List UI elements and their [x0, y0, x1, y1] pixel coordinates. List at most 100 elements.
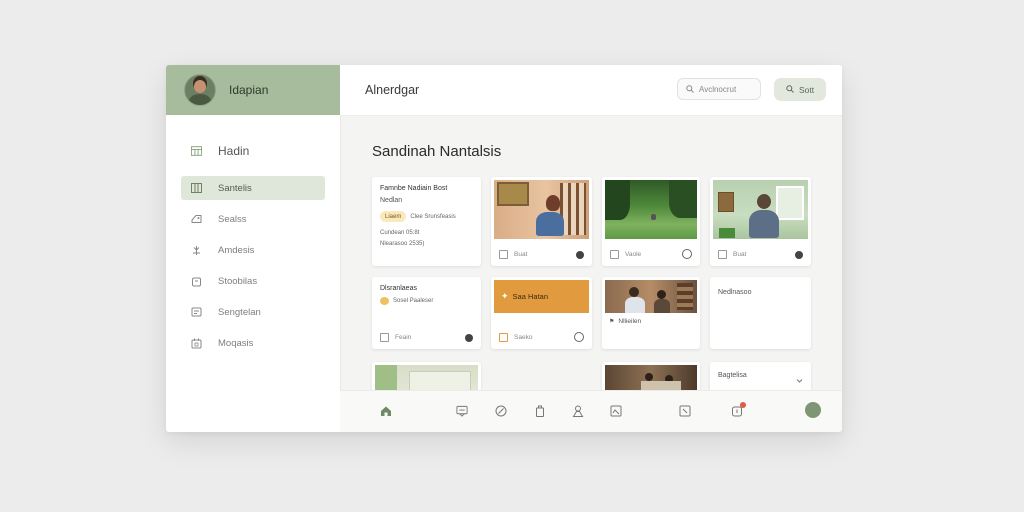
chevron-down-icon: [796, 371, 803, 389]
card-footer: Vaole: [610, 249, 692, 259]
sidebar-item-label: Moqasis: [218, 337, 254, 349]
app-window: Idapian Hadin Santelis Sealss Amdesis St…: [166, 65, 842, 432]
highlight-card[interactable]: ✦ Saa Hatan Saeko: [491, 277, 592, 349]
interior-photo: [375, 365, 478, 390]
meeting-photo: [605, 280, 697, 313]
square-icon: [499, 250, 508, 259]
compass-icon[interactable]: [495, 405, 507, 417]
sidebar-item-home[interactable]: Hadin: [181, 140, 325, 162]
card-meta: Nlearasoo 2535): [380, 241, 425, 247]
card-subtitle: Nedlan: [380, 197, 403, 204]
user-icon[interactable]: [572, 405, 584, 417]
note-card[interactable]: Nedlnasoo: [710, 277, 811, 349]
search-icon: [686, 80, 694, 98]
card-label: Nedlnasoo: [718, 289, 752, 296]
card-title: Dlsranlaeas: [380, 285, 417, 292]
flag-icon: ⚑: [609, 319, 615, 325]
chat-icon[interactable]: [465, 333, 473, 342]
badge-text: Clee Srunsfeasis: [410, 213, 456, 220]
group-photo: [605, 365, 697, 390]
message-icon[interactable]: [456, 405, 468, 417]
notification-icon[interactable]: [731, 402, 746, 417]
photo-card[interactable]: [372, 362, 481, 390]
square-icon: [499, 332, 508, 342]
dropdown-label: Bagtelisa: [718, 372, 747, 379]
star-icon: ✦: [501, 291, 509, 301]
spark-icon: [191, 245, 202, 256]
folder-icon: [191, 307, 202, 318]
sidebar-item-label: Amdesis: [218, 244, 255, 256]
photo-card[interactable]: [602, 362, 700, 390]
info-card[interactable]: Famnbe Nadiain Bost Nedlan Liaem Clee Sr…: [372, 177, 481, 266]
office-photo: [713, 180, 808, 239]
info-card[interactable]: Dlsranlaeas Sosel Paaleser Feain: [372, 277, 481, 349]
image-icon[interactable]: [610, 405, 622, 417]
table-icon: [191, 146, 202, 157]
share-icon[interactable]: [574, 332, 584, 342]
dropdown-card[interactable]: Bagtelisa: [710, 362, 811, 390]
card-footer: Buat: [499, 250, 584, 259]
search-input[interactable]: [699, 84, 759, 94]
sidebar-item-sengtelan[interactable]: Sengtelan: [181, 300, 325, 324]
card-label: Saeko: [514, 333, 533, 341]
card-footer: Feain: [380, 333, 473, 342]
sort-button[interactable]: Sott: [774, 78, 826, 101]
card-label: Feain: [395, 334, 412, 341]
home-icon[interactable]: [380, 405, 392, 417]
photo-card[interactable]: Vaole: [602, 177, 700, 266]
crop-icon[interactable]: [679, 405, 691, 417]
square-icon: [610, 249, 619, 259]
username: Idapian: [229, 83, 269, 97]
card-meta: Sosel Paaleser: [393, 298, 434, 304]
sidebar-item-label: Sengtelan: [218, 306, 261, 318]
sidebar: Idapian Hadin Santelis Sealss Amdesis St…: [166, 65, 341, 432]
card-title: Famnbe Nadiain Bost: [380, 185, 448, 192]
sidebar-item-amdesis[interactable]: Amdesis: [181, 238, 325, 262]
card-footer: Saeko: [499, 332, 584, 342]
square-icon: [718, 250, 727, 259]
card-date: Cundean 05:8t: [380, 230, 420, 236]
sidebar-item-moqasis[interactable]: Moqasis: [181, 331, 325, 355]
sidebar-nav: Hadin Santelis Sealss Amdesis Stoobilas …: [166, 115, 340, 355]
top-bar: Alnerdgar Sott: [340, 65, 842, 116]
room-photo: [494, 180, 589, 239]
share-icon[interactable]: [682, 249, 692, 259]
photo-card[interactable]: Buat: [710, 177, 811, 266]
box-icon: [191, 276, 202, 287]
sort-label: Sott: [798, 84, 815, 95]
sidebar-header: Idapian: [166, 65, 340, 115]
avatar[interactable]: [184, 74, 216, 106]
main-content: Sandinah Nantalsis Famnbe Nadiain Bost N…: [340, 116, 842, 390]
photo-card[interactable]: Buat: [491, 177, 592, 266]
sidebar-item-sealss[interactable]: Sealss: [181, 207, 325, 231]
card-label: Nllieilen: [618, 318, 642, 325]
card-label: Vaole: [625, 250, 642, 258]
card-label: Buat: [733, 251, 747, 258]
banner-title: Saa Hatan: [512, 292, 548, 301]
sidebar-item-stoobilas[interactable]: Stoobilas: [181, 269, 325, 293]
sidebar-item-label: Stoobilas: [218, 275, 258, 287]
avatar[interactable]: [805, 402, 821, 418]
status-badge: Liaem: [380, 211, 407, 222]
card-label: Buat: [514, 251, 528, 258]
chat-icon[interactable]: [576, 250, 584, 259]
sidebar-item-label: Sealss: [218, 213, 247, 225]
bag-icon[interactable]: [534, 405, 546, 417]
page-title: Sandinah Nantalsis: [372, 143, 502, 160]
search-box[interactable]: [677, 78, 761, 100]
photo-card[interactable]: ⚑ Nllieilen: [602, 277, 700, 349]
tag-icon: [191, 214, 202, 225]
chat-icon[interactable]: [795, 250, 803, 259]
bottom-toolbar: [340, 390, 842, 432]
calendar-icon: [191, 338, 202, 349]
square-icon: [380, 333, 389, 342]
orange-banner: ✦ Saa Hatan: [494, 280, 589, 313]
app-title: Alnerdgar: [365, 83, 420, 97]
sidebar-item-label: Santelis: [218, 182, 252, 194]
search-icon: [786, 84, 794, 95]
grid-icon: [191, 183, 202, 194]
card-footer: Buat: [718, 250, 803, 259]
park-photo: [605, 180, 697, 239]
sidebar-item-santelis[interactable]: Santelis: [181, 176, 325, 200]
sidebar-item-label: Hadin: [218, 144, 250, 158]
